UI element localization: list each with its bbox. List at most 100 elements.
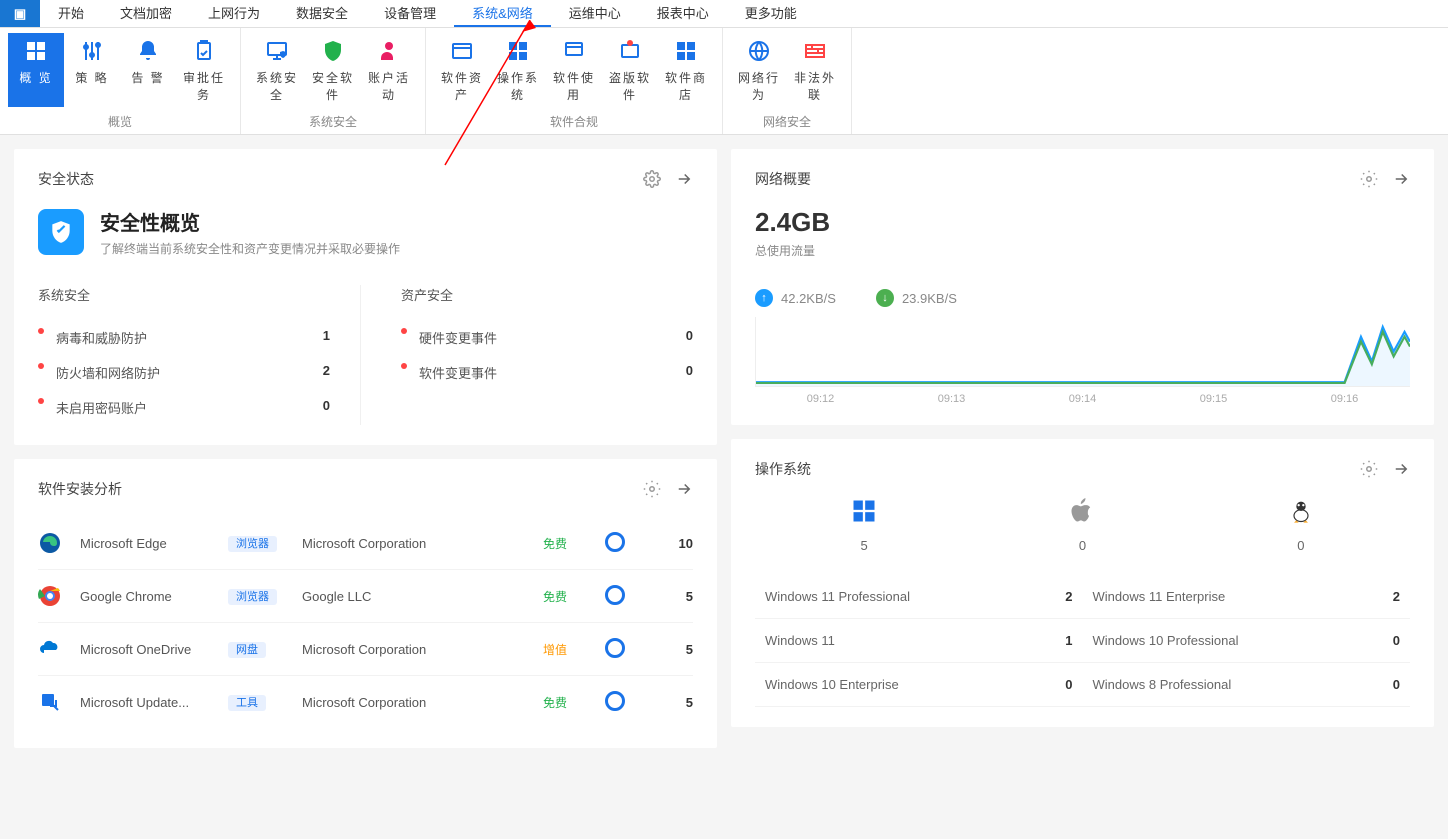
os-platform-windows[interactable]: 5 (850, 497, 878, 553)
ribbon-warn[interactable]: 盗版软件 (602, 33, 658, 107)
os-platform-apple[interactable]: 0 (1068, 497, 1096, 553)
os-count: 2 (1393, 589, 1400, 604)
software-cost: 免费 (543, 590, 567, 604)
total-traffic-label: 总使用流量 (755, 242, 1410, 259)
software-tag: 浏览器 (228, 536, 277, 552)
os-list-row[interactable]: Windows 11 Enterprise2 (1083, 575, 1411, 619)
ribbon-globe[interactable]: 网络行为 (731, 33, 787, 107)
software-row[interactable]: Google Chrome浏览器Google LLC免费5 (38, 570, 693, 623)
chart-tick: 09:13 (938, 393, 966, 405)
ribbon-bell[interactable]: 告 警 (120, 33, 176, 107)
apple-icon (1068, 497, 1096, 528)
software-cost: 免费 (543, 696, 567, 710)
menu-item-1[interactable]: 文档加密 (102, 0, 190, 27)
ribbon-group-label: 概览 (0, 107, 240, 134)
total-traffic-value: 2.4GB (755, 207, 1410, 238)
chart-tick: 09:16 (1331, 393, 1359, 405)
ribbon-sliders[interactable]: 策 略 (64, 33, 120, 107)
ribbon-window[interactable]: 软件资产 (434, 33, 490, 107)
top-menu-bar: ▣ 开始文档加密上网行为数据安全设备管理系统&网络运维中心报表中心更多功能 (0, 0, 1448, 28)
os-list-row[interactable]: Windows 11 Professional2 (755, 575, 1083, 619)
software-row[interactable]: Microsoft Edge浏览器Microsoft Corporation免费… (38, 517, 693, 570)
progress-ring-icon (605, 691, 645, 714)
ribbon-app[interactable]: 软件使用 (546, 33, 602, 107)
security-row[interactable]: 病毒和威胁防护1 (38, 320, 330, 355)
menu-item-3[interactable]: 数据安全 (278, 0, 366, 27)
menu-item-5[interactable]: 系统&网络 (454, 0, 551, 27)
onedrive-icon (38, 637, 62, 661)
software-vendor: Google LLC (302, 589, 525, 604)
ribbon-store[interactable]: 软件商店 (658, 33, 714, 107)
arrow-right-icon[interactable] (675, 480, 693, 498)
ribbon-clipboard[interactable]: 审批任务 (176, 33, 232, 107)
menu-item-2[interactable]: 上网行为 (190, 0, 278, 27)
arrow-right-icon[interactable] (1392, 170, 1410, 188)
os-platform-linux[interactable]: 0 (1287, 497, 1315, 553)
menu-item-0[interactable]: 开始 (40, 0, 102, 27)
system-security-heading: 系统安全 (38, 285, 330, 304)
security-overview-title: 安全性概览 (100, 207, 400, 236)
shield-icon (307, 37, 359, 65)
bell-icon (122, 37, 174, 65)
arrow-right-icon[interactable] (675, 170, 693, 188)
app-logo: ▣ (0, 0, 40, 27)
status-dot-icon (401, 363, 407, 369)
ribbon-firewall[interactable]: 非法外联 (787, 33, 843, 107)
firewall-icon (789, 37, 841, 65)
software-row[interactable]: Microsoft OneDrive网盘Microsoft Corporatio… (38, 623, 693, 676)
ribbon-win[interactable]: 操作系统 (490, 33, 546, 107)
software-vendor: Microsoft Corporation (302, 536, 525, 551)
main-menu: 开始文档加密上网行为数据安全设备管理系统&网络运维中心报表中心更多功能 (40, 0, 815, 27)
software-name: Microsoft OneDrive (80, 642, 210, 657)
os-list-row[interactable]: Windows 10 Enterprise0 (755, 663, 1083, 707)
security-overview-subtitle: 了解终端当前系统安全性和资产变更情况并采取必要操作 (100, 240, 400, 257)
software-tag: 浏览器 (228, 589, 277, 605)
ribbon-group-label: 软件合规 (426, 107, 722, 134)
sliders-icon (66, 37, 118, 65)
menu-item-8[interactable]: 更多功能 (727, 0, 815, 27)
software-vendor: Microsoft Corporation (302, 642, 525, 657)
menu-item-4[interactable]: 设备管理 (366, 0, 454, 27)
os-name: Windows 10 Enterprise (765, 677, 899, 692)
gear-icon[interactable] (643, 170, 661, 188)
software-count: 5 (663, 695, 693, 710)
linux-icon (1287, 497, 1315, 528)
warn-icon (604, 37, 656, 65)
menu-item-7[interactable]: 报表中心 (639, 0, 727, 27)
os-count: 0 (1287, 538, 1315, 553)
menu-item-6[interactable]: 运维中心 (551, 0, 639, 27)
software-count: 10 (663, 536, 693, 551)
os-list-row[interactable]: Windows 111 (755, 619, 1083, 663)
security-row[interactable]: 防火墙和网络防护2 (38, 355, 330, 390)
upload-speed: 42.2KB/S (781, 291, 836, 306)
arrow-right-icon[interactable] (1392, 460, 1410, 478)
os-count: 0 (1393, 677, 1400, 692)
security-row[interactable]: 软件变更事件0 (401, 355, 693, 390)
window-icon (436, 37, 488, 65)
gear-icon[interactable] (1360, 170, 1378, 188)
ribbon-monitor-shield[interactable]: 系统安全 (249, 33, 305, 107)
software-name: Google Chrome (80, 589, 210, 604)
security-row[interactable]: 硬件变更事件0 (401, 320, 693, 355)
gear-icon[interactable] (1360, 460, 1378, 478)
ribbon-shield[interactable]: 安全软件 (305, 33, 361, 107)
win-icon (492, 37, 544, 65)
chart-tick: 09:15 (1200, 393, 1228, 405)
status-dot-icon (38, 363, 44, 369)
upload-icon: ↑ (755, 289, 773, 307)
gear-icon[interactable] (643, 480, 661, 498)
security-row[interactable]: 未启用密码账户0 (38, 390, 330, 425)
network-overview-card: 网络概要 2.4GB 总使用流量 ↑42.2KB/S ↓23.9KB/S 09: (731, 149, 1434, 425)
os-name: Windows 10 Professional (1093, 633, 1239, 648)
card-title: 软件安装分析 (38, 479, 122, 499)
software-row[interactable]: Microsoft Update...工具Microsoft Corporati… (38, 676, 693, 728)
card-title: 网络概要 (755, 169, 811, 189)
os-list-row[interactable]: Windows 8 Professional0 (1083, 663, 1411, 707)
chart-tick: 09:14 (1069, 393, 1097, 405)
status-dot-icon (38, 398, 44, 404)
os-list-row[interactable]: Windows 10 Professional0 (1083, 619, 1411, 663)
ribbon-user[interactable]: 账户活动 (361, 33, 417, 107)
software-cost: 免费 (543, 537, 567, 551)
edge-icon (38, 531, 62, 555)
ribbon-grid[interactable]: 概 览 (8, 33, 64, 107)
